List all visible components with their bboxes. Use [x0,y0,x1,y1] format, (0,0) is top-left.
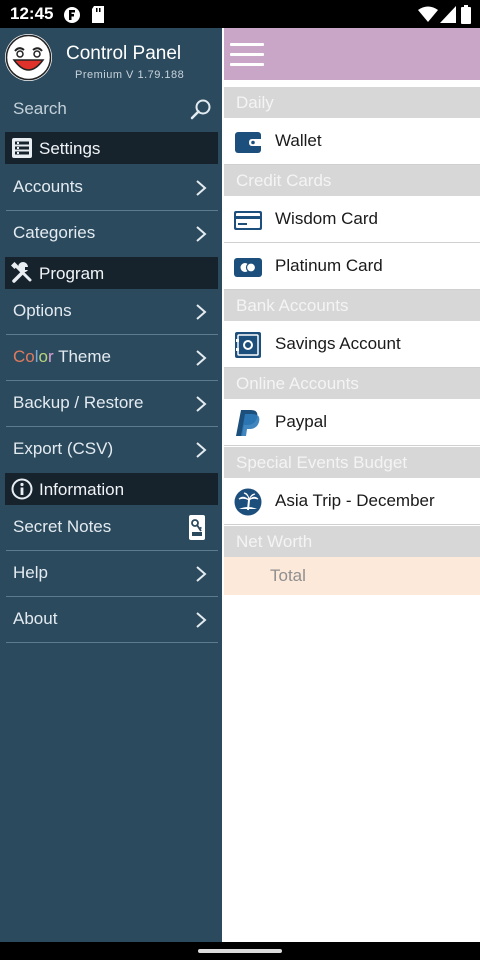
group-daily: Daily [224,87,480,118]
group-bank-accounts: Bank Accounts [224,290,480,321]
section-settings: Settings [5,132,218,164]
section-information-label: Information [39,480,125,499]
drawer-item-label: About [13,609,58,628]
sd-card-icon [92,6,104,23]
chevron-right-icon [196,612,207,628]
chevron-right-icon [196,304,207,320]
app-bar [224,28,480,80]
chevron-right-icon [196,350,207,366]
divider [6,642,218,643]
drawer-item-options[interactable]: Options [0,289,222,335]
net-worth-total-row: Total [224,557,480,595]
group-label: Special Events Budget [236,453,408,472]
drawer-item-secret-notes[interactable]: Secret Notes [0,505,222,551]
chevron-right-icon [196,180,207,196]
system-navigation-bar [0,942,480,960]
section-program: Program [5,257,218,289]
group-online-accounts: Online Accounts [224,368,480,399]
home-gesture-handle[interactable] [198,949,282,953]
chevron-right-icon [196,442,207,458]
account-name: Savings Account [275,334,401,353]
drawer-item-label: Help [13,563,48,582]
account-row-asia-trip[interactable]: Asia Trip - December [224,478,480,525]
drawer-item-label: Options [13,301,72,320]
island-beach-icon [234,488,262,516]
account-name: Wisdom Card [275,209,378,228]
group-label: Credit Cards [236,171,332,190]
group-label: Online Accounts [236,374,359,393]
drawer-item-categories[interactable]: Categories [0,211,222,257]
app-version: Premium V 1.79.188 [75,69,185,81]
firefox-focus-icon [64,7,80,23]
account-name: Wallet [275,131,322,150]
account-row-platinum-card[interactable]: Platinum Card [224,243,480,290]
accounts-panel: Daily Wallet Credit Cards Wisdom Card Pl… [224,28,480,942]
group-label: Daily [236,93,274,112]
wallet-icon [235,132,261,153]
account-row-wisdom-card[interactable]: Wisdom Card [224,196,480,243]
group-credit-cards: Credit Cards [224,165,480,196]
navigation-drawer: Control Panel Premium V 1.79.188 Search … [0,28,222,942]
section-information: Information [5,473,218,505]
drawer-item-help[interactable]: Help [0,551,222,597]
group-label: Bank Accounts [236,296,349,315]
search-field[interactable]: Search [13,99,67,119]
drawer-item-label: Export (CSV) [13,439,114,458]
drawer-item-label: Backup / Restore [13,393,144,412]
drawer-item-color-theme[interactable]: Color Theme [0,335,222,381]
chevron-right-icon [196,566,207,582]
drawer-item-about[interactable]: About [0,597,222,643]
search-icon[interactable] [190,98,212,120]
chevron-right-icon [196,226,207,242]
drawer-item-label: Accounts [13,177,83,196]
drawer-item-label: Categories [13,223,96,242]
status-time: 12:45 [10,4,54,23]
app-title: Control Panel [66,43,182,64]
group-net-worth: Net Worth [224,526,480,557]
drawer-item-export-csv[interactable]: Export (CSV) [0,427,222,473]
paypal-icon [236,410,260,436]
account-name: Paypal [275,412,327,431]
info-icon [11,478,33,500]
card-chip-icon [234,258,262,277]
drawer-item-label: Secret Notes [13,517,112,536]
section-program-label: Program [39,264,105,283]
group-special-events: Special Events Budget [224,447,480,478]
account-row-paypal[interactable]: Paypal [224,399,480,446]
drawer-item-backup-restore[interactable]: Backup / Restore [0,381,222,427]
battery-icon [461,5,471,24]
drawer-item-label: Color Theme [13,347,111,366]
account-row-savings-account[interactable]: Savings Account [224,321,480,368]
safe-icon [235,332,261,358]
account-row-wallet[interactable]: Wallet [224,118,480,165]
drawer-header: Control Panel Premium V 1.79.188 [0,28,222,86]
account-name: Asia Trip - December [275,491,435,510]
credit-card-icon [234,211,262,230]
status-bar: 12:45 [0,0,480,28]
group-label: Net Worth [236,532,313,551]
total-label: Total [270,566,306,585]
section-settings-label: Settings [39,139,101,158]
account-name: Platinum Card [275,256,383,275]
drawer-item-accounts[interactable]: Accounts [0,165,222,211]
tools-icon [11,262,32,283]
chevron-right-icon [196,396,207,412]
wifi-icon [418,6,438,22]
hamburger-menu-icon[interactable] [230,43,264,67]
secret-notes-lock-icon [189,515,205,540]
app-logo-icon [5,34,52,81]
settings-list-icon [12,138,32,158]
cellular-icon [440,6,456,23]
